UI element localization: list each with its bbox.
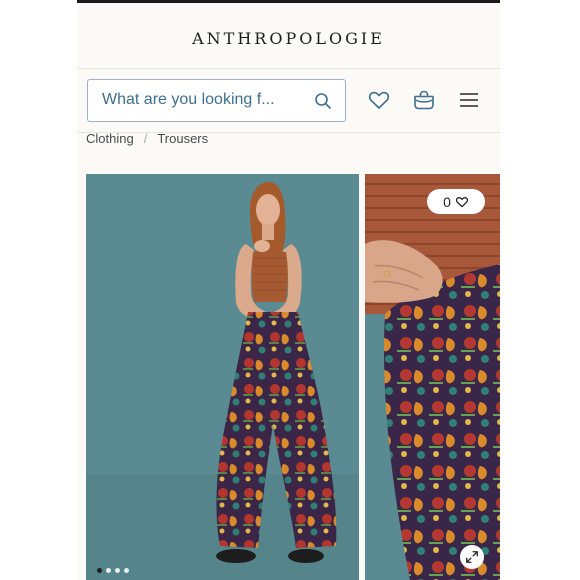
carousel-dot-1[interactable]	[97, 568, 102, 573]
breadcrumb-separator: /	[143, 131, 148, 146]
carousel-dot-2[interactable]	[106, 568, 111, 573]
product-image-main[interactable]	[86, 174, 359, 580]
favorites-pill[interactable]: 0	[427, 189, 485, 214]
carousel-dot-4[interactable]	[124, 568, 129, 573]
brand-logo[interactable]: ANTHROPOLOGIE	[77, 29, 500, 48]
expand-icon	[466, 551, 478, 563]
carousel-dots	[97, 568, 129, 573]
breadcrumb-trousers[interactable]: Trousers	[157, 131, 208, 146]
heart-icon	[455, 196, 468, 207]
search-box[interactable]	[87, 79, 346, 122]
favorites-count: 0	[443, 193, 451, 210]
detail-photo	[365, 174, 500, 580]
model-photo	[86, 174, 359, 580]
menu-icon[interactable]	[457, 88, 481, 112]
heart-icon[interactable]	[367, 88, 391, 112]
product-image-detail[interactable]	[365, 174, 500, 580]
breadcrumb-clothing[interactable]: Clothing	[86, 131, 134, 146]
breadcrumb: Clothing / Trousers	[86, 131, 208, 146]
page-frame: ANTHROPOLOGIE Clothing / Trousers	[77, 0, 500, 580]
search-icon[interactable]	[314, 92, 332, 110]
logo-row: ANTHROPOLOGIE	[77, 3, 500, 69]
expand-button[interactable]	[460, 545, 484, 569]
bag-icon[interactable]	[412, 88, 436, 112]
search-input[interactable]	[102, 91, 302, 109]
carousel-dot-3[interactable]	[115, 568, 120, 573]
